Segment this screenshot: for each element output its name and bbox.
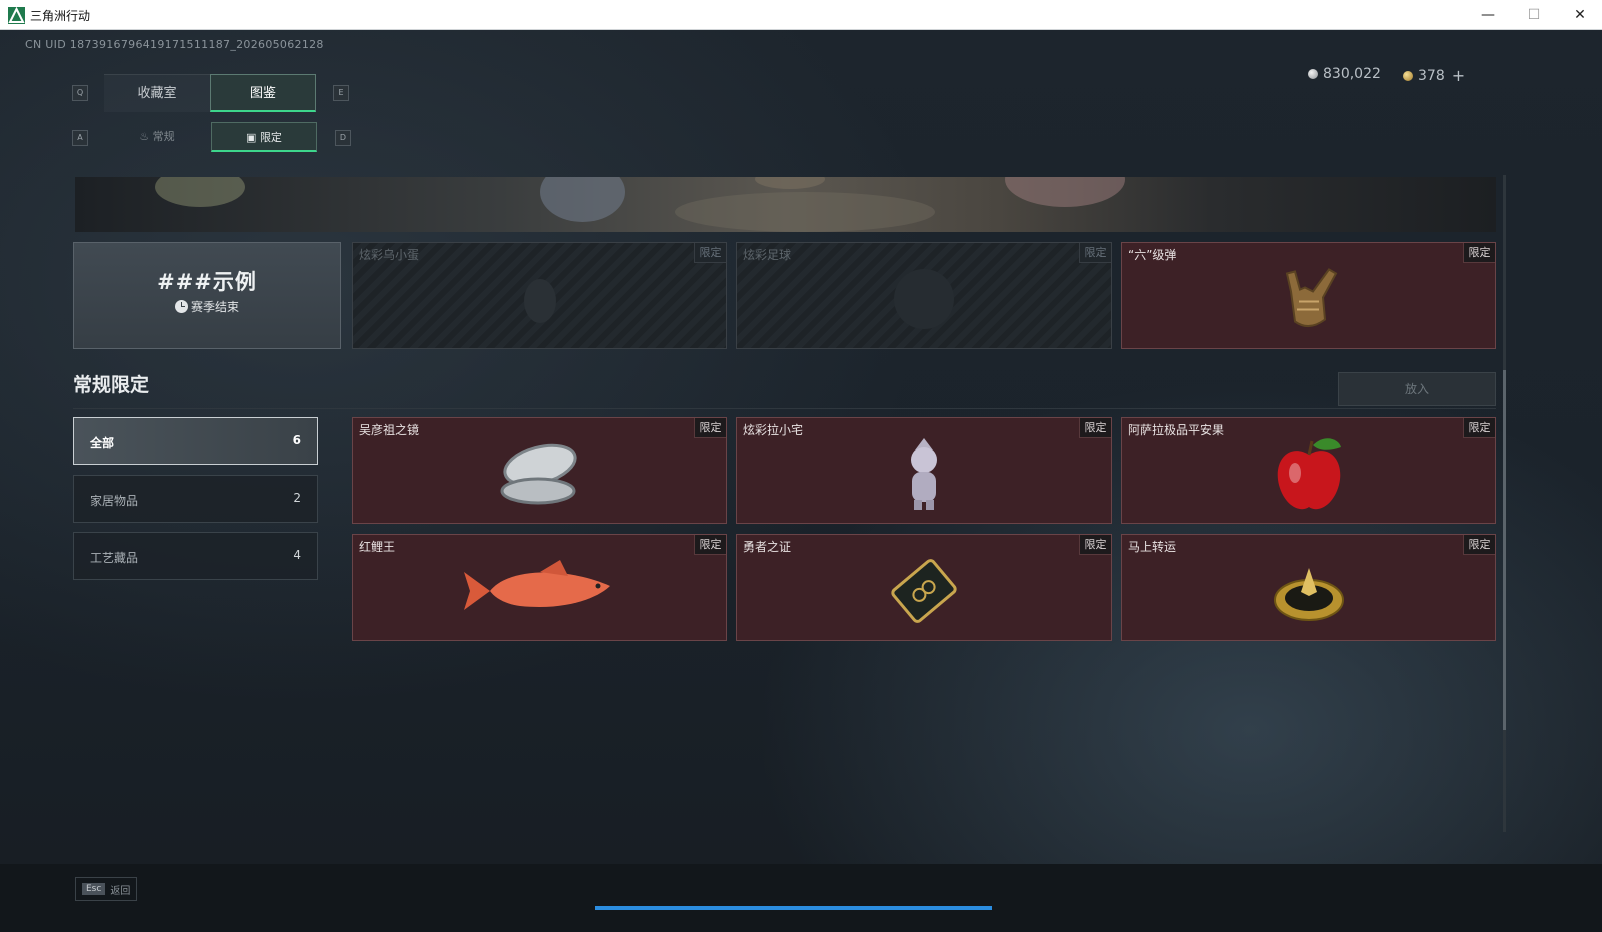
season-banner-image [75,177,1496,232]
back-button[interactable]: Esc 返回 [75,877,138,901]
tab-catalog[interactable]: 图鉴 [210,74,316,112]
subtab-next-key[interactable]: D [335,130,351,146]
item-card-fortune[interactable]: 马上转运 限定 [1121,534,1496,641]
featured-card-rainbow-egg[interactable]: 炫彩乌小蛋 限定 [352,242,727,349]
gold-coin-icon [1403,70,1413,81]
silver-amount: 830,022 [1323,66,1381,82]
bottom-bar [0,864,1602,932]
hand-sign-icon [1269,261,1349,340]
section-title: 常规限定 [73,374,150,396]
tab-collection-room[interactable]: 收藏室 [104,74,210,112]
subtab-prev-key[interactable]: A [72,130,88,146]
minimize-button[interactable]: — [1465,0,1511,30]
flame-icon: ♨ [139,130,153,143]
scrollbar-thumb[interactable] [1503,370,1506,730]
item-card-carp[interactable]: 红鲤王 限定 [352,534,727,641]
item-card-brave-badge[interactable]: 勇者之证 限定 [736,534,1112,641]
app-logo-icon [8,7,25,24]
silver-currency: 830,022 [1308,66,1381,82]
item-card-figurine[interactable]: 炫彩拉小宅 限定 [736,417,1112,524]
game-area: CN UID 1873916796419171511187_2026050621… [0,30,1602,932]
user-uid: CN UID 1873916796419171511187_2026050621… [25,38,324,51]
back-label: 返回 [110,885,131,897]
esc-key-hint: Esc [82,883,106,895]
item-card-apple[interactable]: 阿萨拉极品平安果 限定 [1121,417,1496,524]
put-in-button[interactable]: 放入 [1338,372,1496,406]
category-crafts[interactable]: 工艺藏品 4 [73,532,318,580]
close-button[interactable]: ✕ [1557,0,1602,30]
image-icon: ▣ [246,131,260,144]
add-currency-button[interactable]: + [1452,66,1465,85]
football-icon [889,264,959,338]
carp-icon [460,556,620,630]
tab-prev-key[interactable]: Q [72,85,88,101]
season-status: 赛季结束 [74,298,340,315]
loading-progress-bar [595,906,992,910]
silver-coin-icon [1308,69,1318,79]
featured-example-card[interactable]: ###示例 赛季结束 [73,242,341,349]
gold-amount: 378 [1418,67,1445,84]
maximize-button[interactable]: ☐ [1511,0,1557,30]
item-card-mirror[interactable]: 吴彦祖之镜 限定 [352,417,727,524]
clock-icon [174,300,188,313]
category-household[interactable]: 家居物品 2 [73,475,318,523]
subtab-regular[interactable]: ♨ 常规 [104,122,210,152]
mirror-icon [495,439,585,513]
featured-card-rainbow-football[interactable]: 炫彩足球 限定 [736,242,1112,349]
subtab-limited[interactable]: ▣ 限定 [211,122,317,152]
figurine-icon [899,434,949,518]
window-titlebar: 三角洲行动 — ☐ ✕ [0,0,1602,30]
section-divider [73,408,1496,409]
category-all[interactable]: 全部 6 [73,417,318,465]
golden-compass-icon [1269,556,1349,630]
example-title: ###示例 [157,270,257,294]
medal-card-icon [884,551,964,635]
featured-card-six-bullet[interactable]: “六”级弹 限定 [1121,242,1496,349]
apple-icon [1269,433,1349,519]
tab-next-key[interactable]: E [333,85,349,101]
egg-icon [515,269,565,333]
gold-currency[interactable]: 378 + [1403,66,1465,85]
window-title: 三角洲行动 [30,9,91,23]
